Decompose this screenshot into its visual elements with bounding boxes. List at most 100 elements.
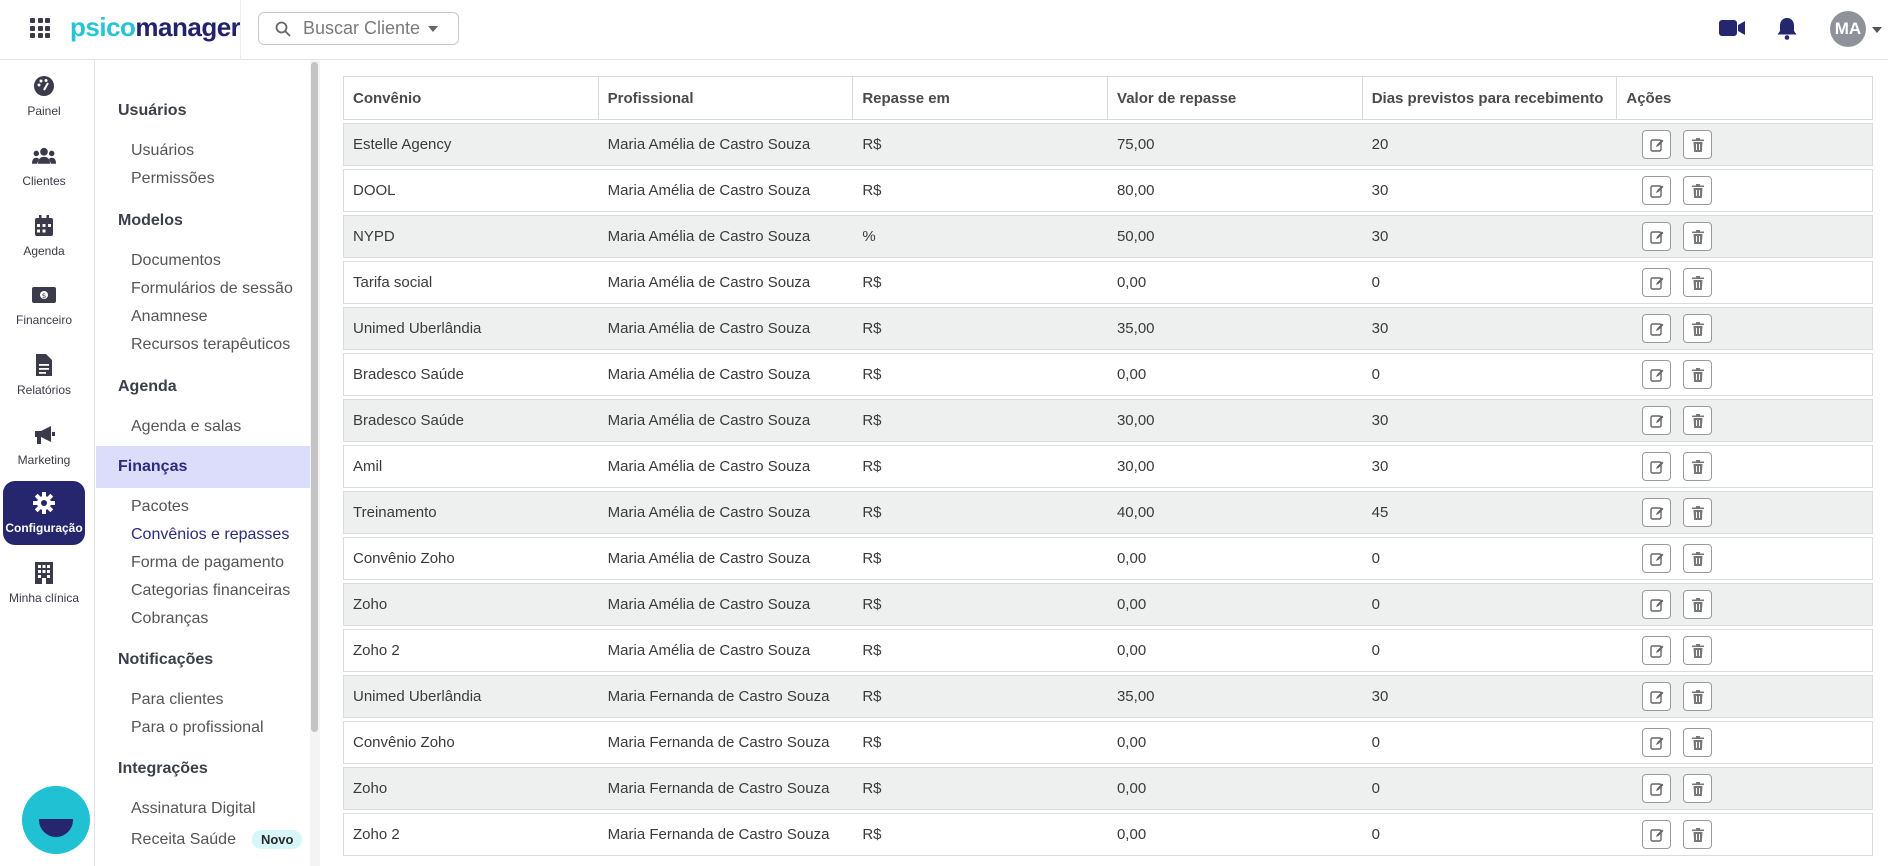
edit-icon	[1650, 138, 1664, 152]
nav-relatorios[interactable]: Relatórios	[3, 343, 85, 407]
delete-button[interactable]	[1683, 636, 1713, 665]
trash-icon	[1691, 735, 1704, 750]
trash-icon	[1691, 367, 1704, 382]
settings-item-agenda-salas[interactable]: Agenda e salas	[131, 418, 241, 436]
edit-button[interactable]	[1642, 590, 1672, 619]
cell-dias: 30	[1371, 182, 1389, 199]
delete-button[interactable]	[1683, 498, 1713, 527]
settings-item-permissoes[interactable]: Permissões	[131, 170, 215, 188]
top-bar: psicomanager Buscar Cliente MA	[0, 0, 1888, 60]
nav-financeiro[interactable]: $ Financeiro	[3, 273, 85, 337]
apps-grid-icon[interactable]	[30, 18, 50, 38]
edit-button[interactable]	[1642, 406, 1672, 435]
edit-button[interactable]	[1642, 636, 1672, 665]
trash-icon	[1691, 183, 1704, 198]
delete-button[interactable]	[1683, 774, 1713, 803]
settings-item-documentos[interactable]: Documentos	[131, 252, 221, 270]
edit-button[interactable]	[1642, 452, 1672, 481]
trash-icon	[1691, 827, 1704, 842]
building-icon	[35, 561, 53, 584]
nav-configuracao[interactable]: Configuração	[3, 481, 85, 545]
settings-sidebar: Usuários Usuários Permissões Modelos Doc…	[96, 60, 310, 866]
brand-logo[interactable]: psicomanager	[70, 11, 241, 43]
search-client-box[interactable]: Buscar Cliente	[258, 12, 459, 45]
megaphone-icon	[35, 425, 55, 444]
delete-button[interactable]	[1683, 360, 1713, 389]
edit-button[interactable]	[1642, 314, 1672, 343]
edit-button[interactable]	[1642, 544, 1672, 573]
section-modelos: Modelos	[118, 212, 183, 229]
settings-item-para-profissional[interactable]: Para o profissional	[131, 719, 264, 737]
nav-label: Painel	[27, 103, 61, 118]
settings-item-categorias[interactable]: Categorias financeiras	[131, 582, 290, 600]
edit-button[interactable]	[1642, 728, 1672, 757]
cell-dias: 30	[1371, 688, 1389, 705]
settings-item-pacotes[interactable]: Pacotes	[131, 498, 189, 516]
chevron-down-icon[interactable]	[428, 25, 439, 32]
delete-button[interactable]	[1683, 452, 1713, 481]
settings-item-assinatura[interactable]: Assinatura Digital	[131, 800, 256, 818]
cell-dias: 0	[1371, 780, 1380, 797]
edit-button[interactable]	[1642, 176, 1672, 205]
delete-button[interactable]	[1683, 728, 1713, 757]
cell-convenio: Estelle Agency	[353, 136, 452, 153]
cell-dias: 0	[1371, 734, 1380, 751]
delete-button[interactable]	[1683, 222, 1713, 251]
cell-dias: 30	[1371, 458, 1389, 475]
video-camera-icon[interactable]	[1718, 18, 1746, 38]
delete-button[interactable]	[1683, 406, 1713, 435]
cell-acoes	[1617, 176, 1872, 205]
settings-item-forma-pagamento[interactable]: Forma de pagamento	[131, 554, 284, 572]
section-financas[interactable]: Finanças	[118, 458, 187, 476]
chevron-down-icon[interactable]	[1872, 27, 1882, 33]
table-row: Tarifa social Maria Amélia de Castro Sou…	[343, 261, 1873, 304]
cell-repasse-em: R$	[862, 550, 882, 567]
cell-profissional: Maria Fernanda de Castro Souza	[607, 734, 830, 751]
delete-button[interactable]	[1683, 544, 1713, 573]
delete-button[interactable]	[1683, 820, 1713, 849]
settings-item-cobrancas[interactable]: Cobranças	[131, 610, 208, 628]
delete-button[interactable]	[1683, 590, 1713, 619]
settings-item-anamnese[interactable]: Anamnese	[131, 308, 208, 326]
settings-item-convenios[interactable]: Convênios e repasses	[131, 526, 289, 544]
table-row: Amil Maria Amélia de Castro Souza R$ 30,…	[343, 445, 1873, 488]
nav-clientes[interactable]: Clientes	[3, 134, 85, 198]
settings-item-para-clientes[interactable]: Para clientes	[131, 691, 224, 709]
delete-button[interactable]	[1683, 268, 1713, 297]
nav-marketing[interactable]: Marketing	[3, 413, 85, 477]
settings-item-formularios[interactable]: Formulários de sessão	[131, 280, 293, 298]
cell-acoes	[1617, 498, 1872, 527]
nav-minha-clinica[interactable]: Minha clínica	[3, 551, 85, 615]
edit-button[interactable]	[1642, 268, 1672, 297]
nav-painel[interactable]: Painel	[3, 64, 85, 128]
delete-button[interactable]	[1683, 682, 1713, 711]
bell-icon[interactable]	[1776, 16, 1798, 40]
edit-icon	[1650, 184, 1664, 198]
edit-button[interactable]	[1642, 360, 1672, 389]
edit-button[interactable]	[1642, 682, 1672, 711]
cell-convenio: Zoho	[353, 780, 388, 797]
gear-icon	[33, 491, 55, 514]
edit-button[interactable]	[1642, 222, 1672, 251]
table-row: Convênio Zoho Maria Fernanda de Castro S…	[343, 721, 1873, 764]
help-chat-button[interactable]	[22, 786, 90, 854]
edit-button[interactable]	[1642, 820, 1672, 849]
delete-button[interactable]	[1683, 314, 1713, 343]
edit-button[interactable]	[1642, 774, 1672, 803]
cell-valor: 35,00	[1116, 688, 1155, 705]
nav-agenda[interactable]: Agenda	[3, 204, 85, 268]
settings-scrollbar-thumb[interactable]	[311, 62, 318, 732]
edit-button[interactable]	[1642, 130, 1672, 159]
delete-button[interactable]	[1683, 176, 1713, 205]
settings-item-usuarios[interactable]: Usuários	[131, 142, 194, 160]
edit-button[interactable]	[1642, 498, 1672, 527]
settings-item-receita-saude[interactable]: Receita Saúde Novo	[131, 830, 303, 849]
avatar[interactable]: MA	[1830, 11, 1866, 47]
col-header-repasse-em: Repasse em	[853, 77, 1109, 119]
cell-acoes	[1617, 268, 1872, 297]
delete-button[interactable]	[1683, 130, 1713, 159]
search-icon	[275, 21, 291, 36]
cell-repasse-em: R$	[862, 642, 882, 659]
table-row: Zoho Maria Amélia de Castro Souza R$ 0,0…	[343, 583, 1873, 626]
settings-item-recursos[interactable]: Recursos terapêuticos	[131, 336, 290, 354]
